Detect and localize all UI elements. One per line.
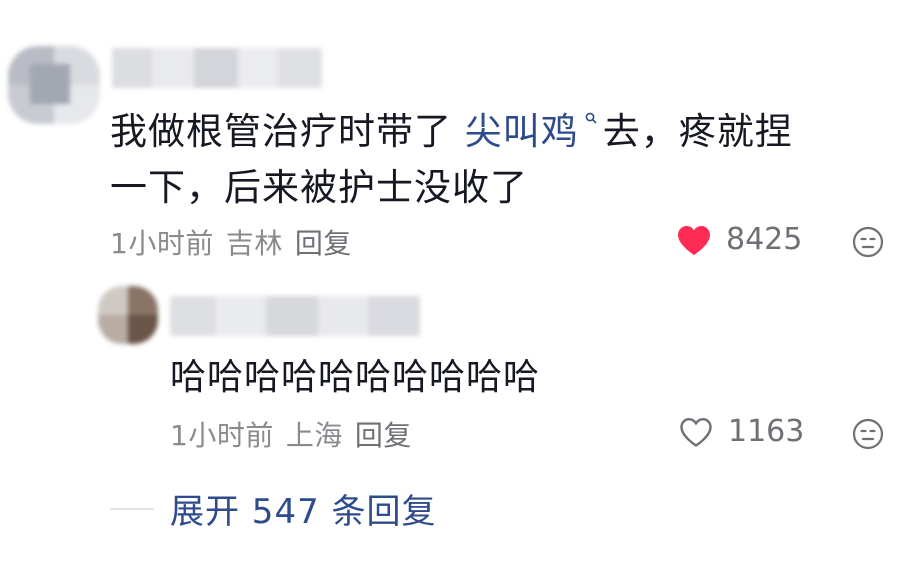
comment-text-part: 去，疼就捏: [602, 110, 793, 153]
like-count: 1163: [728, 414, 805, 449]
comment-text-part: 我做根管治疗时带了: [110, 110, 465, 153]
comment-meta: 1小时前 吉林 回复: [110, 222, 364, 262]
heart-outline-icon: [680, 417, 712, 447]
comment-time: 1小时前: [170, 419, 274, 452]
dislike-face-icon[interactable]: [852, 226, 884, 258]
username[interactable]: [112, 48, 322, 88]
like-button[interactable]: 8425: [676, 222, 802, 257]
avatar[interactable]: [8, 46, 100, 124]
dislike-face-icon[interactable]: [852, 418, 884, 450]
username[interactable]: [170, 296, 420, 336]
comment-text: 哈哈哈哈哈哈哈哈哈哈: [170, 357, 541, 398]
comment-location: 上海: [285, 419, 343, 452]
divider-line: [110, 507, 154, 510]
expand-replies-label: 展开 547 条回复: [170, 492, 437, 532]
comment-meta: 1小时前 上海 回复: [170, 414, 424, 454]
heart-filled-icon: [678, 225, 710, 255]
like-count: 8425: [726, 222, 803, 257]
mention-link[interactable]: 尖叫鸡: [465, 110, 579, 153]
expand-replies-button[interactable]: 展开 547 条回复: [110, 484, 437, 533]
comment-text: 我做根管治疗时带了 尖叫鸡 去，疼就捏 一下，后来被护士没收了: [110, 104, 890, 216]
comment-text-part: 一下，后来被护士没收了: [110, 166, 528, 209]
comment-time: 1小时前: [110, 227, 214, 260]
comment-location: 吉林: [225, 227, 283, 260]
reply-button[interactable]: 回复: [295, 227, 352, 260]
reply-button[interactable]: 回复: [355, 419, 412, 452]
avatar[interactable]: [98, 286, 158, 344]
search-icon: [585, 112, 597, 124]
like-button[interactable]: 1163: [678, 414, 804, 449]
